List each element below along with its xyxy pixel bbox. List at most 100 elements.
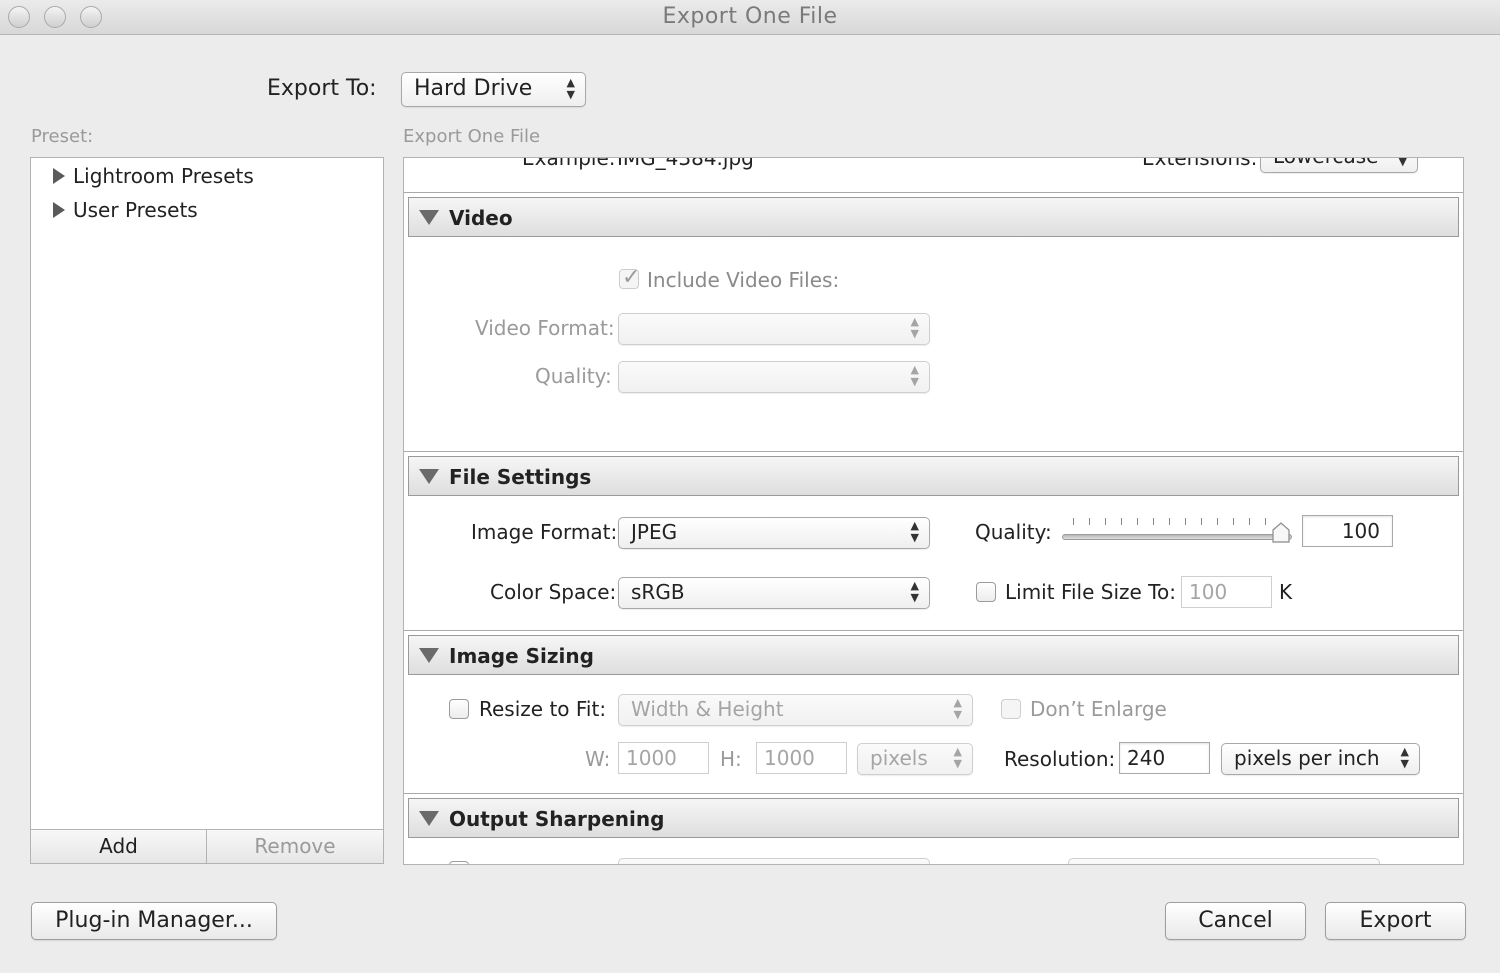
limit-file-size-field[interactable]: 100 <box>1181 576 1272 608</box>
slider-tick <box>1265 518 1266 525</box>
resolution-label: Resolution: <box>1004 747 1116 771</box>
image-format-value: JPEG <box>631 520 678 544</box>
file-settings-section-title: File Settings <box>449 465 592 489</box>
preset-label: Preset: <box>31 126 94 147</box>
limit-file-size-checkbox[interactable] <box>976 582 996 602</box>
resolution-unit-value: pixels per inch <box>1234 746 1380 770</box>
extensions-label: Extensions: <box>1142 157 1258 170</box>
file-quality-label: Quality: <box>975 520 1052 544</box>
popup-arrows-icon: ▲▼ <box>910 363 919 388</box>
file-settings-section-header[interactable]: File Settings <box>408 456 1459 496</box>
add-preset-button[interactable]: Add <box>31 830 207 863</box>
width-field[interactable]: 1000 <box>618 742 709 774</box>
slider-tick <box>1153 518 1154 525</box>
section-divider <box>404 192 1463 193</box>
dont-enlarge-checkbox[interactable] <box>1001 699 1021 719</box>
export-to-label: Export To: <box>267 76 377 101</box>
popup-arrows-icon: ▲▼ <box>953 696 962 721</box>
export-to-value: Hard Drive <box>414 76 533 101</box>
resize-to-fit-checkbox[interactable] <box>449 699 469 719</box>
video-section-header[interactable]: Video <box>408 197 1459 237</box>
image-format-select[interactable]: JPEG ▲ ▼ <box>618 517 930 549</box>
size-unit-select[interactable]: pixels ▲ ▼ <box>857 743 973 775</box>
popup-arrows-icon: ▲▼ <box>566 76 575 101</box>
resize-mode-select[interactable]: Width & Height ▲ ▼ <box>618 694 973 726</box>
video-quality-select[interactable]: ▲ ▼ <box>618 361 930 393</box>
quality-slider[interactable] <box>1062 516 1294 546</box>
slider-tick <box>1073 518 1074 525</box>
image-sizing-section-header[interactable]: Image Sizing <box>408 635 1459 675</box>
slider-tick <box>1089 518 1090 525</box>
video-format-select[interactable]: ▲ ▼ <box>618 313 930 345</box>
extensions-select[interactable]: Lowercase ▲▼ <box>1260 157 1418 173</box>
preset-folder-label: Lightroom Presets <box>73 164 254 188</box>
limit-file-size-unit: K <box>1279 580 1293 604</box>
slider-tick <box>1105 518 1106 525</box>
section-divider <box>404 630 1463 631</box>
height-label: H: <box>720 747 742 771</box>
sharpen-amount-select[interactable] <box>1068 858 1380 864</box>
video-quality-label: Quality: <box>535 364 612 388</box>
cancel-button[interactable]: Cancel <box>1165 902 1306 940</box>
export-settings-panel[interactable]: Example: IMG_4384.jpg Extensions: Lowerc… <box>403 157 1464 865</box>
resize-mode-value: Width & Height <box>631 697 784 721</box>
section-divider <box>404 793 1463 794</box>
disclosure-triangle-icon[interactable] <box>53 202 65 218</box>
export-button[interactable]: Export <box>1325 902 1466 940</box>
slider-thumb[interactable] <box>1270 522 1292 544</box>
color-space-value: sRGB <box>631 580 685 604</box>
export-to-select[interactable]: Hard Drive ▲ ▼ <box>401 72 586 107</box>
slider-tick <box>1201 518 1202 525</box>
width-label: W: <box>585 747 611 771</box>
disclosure-triangle-icon[interactable] <box>419 469 439 484</box>
video-section-title: Video <box>449 206 513 230</box>
popup-arrows-icon: ▲▼ <box>1400 745 1409 770</box>
sharpen-checkbox[interactable] <box>449 861 469 864</box>
output-sharpening-section-header[interactable]: Output Sharpening <box>408 798 1459 838</box>
popup-arrows-icon: ▲▼ <box>910 315 919 340</box>
plugin-manager-button[interactable]: Plug-in Manager... <box>31 902 277 940</box>
resolution-unit-select[interactable]: pixels per inch ▲ ▼ <box>1221 743 1420 775</box>
include-video-checkbox[interactable]: ✓ <box>619 265 640 290</box>
output-sharpening-section-title: Output Sharpening <box>449 807 665 831</box>
example-label: Example: <box>522 157 616 170</box>
slider-tick <box>1185 518 1186 525</box>
section-divider <box>404 451 1463 452</box>
resize-to-fit-label: Resize to Fit: <box>479 697 607 721</box>
slider-tick <box>1169 518 1170 525</box>
disclosure-triangle-icon[interactable] <box>53 168 65 184</box>
image-sizing-section-title: Image Sizing <box>449 644 594 668</box>
height-field[interactable]: 1000 <box>756 742 847 774</box>
disclosure-triangle-icon[interactable] <box>419 210 439 225</box>
preset-folder-label: User Presets <box>73 198 198 222</box>
slider-tick <box>1217 518 1218 525</box>
size-unit-value: pixels <box>870 746 928 770</box>
dont-enlarge-label: Don’t Enlarge <box>1030 697 1167 721</box>
preset-folder-lightroom[interactable]: Lightroom Presets <box>53 164 254 188</box>
slider-tick <box>1137 518 1138 525</box>
checkmark-icon: ✓ <box>622 265 641 290</box>
sharpen-for-select[interactable] <box>618 858 930 864</box>
preset-folder-user[interactable]: User Presets <box>53 198 198 222</box>
slider-tick <box>1233 518 1234 525</box>
quality-value-field[interactable]: 100 <box>1302 515 1393 547</box>
popup-arrows-icon: ▲▼ <box>1398 157 1407 168</box>
slider-tick <box>1249 518 1250 525</box>
include-video-label: Include Video Files: <box>647 268 840 292</box>
color-space-label: Color Space: <box>490 580 617 604</box>
video-format-label: Video Format: <box>475 316 615 340</box>
color-space-select[interactable]: sRGB ▲ ▼ <box>618 577 930 609</box>
remove-preset-button[interactable]: Remove <box>207 830 383 863</box>
disclosure-triangle-icon[interactable] <box>419 811 439 826</box>
extensions-value: Lowercase <box>1273 158 1378 168</box>
popup-arrows-icon: ▲▼ <box>953 745 962 770</box>
resolution-field[interactable]: 240 <box>1119 742 1210 774</box>
disclosure-triangle-icon[interactable] <box>419 648 439 663</box>
image-format-label: Image Format: <box>471 520 618 544</box>
example-value: IMG_4384.jpg <box>617 157 754 170</box>
limit-file-size-label: Limit File Size To: <box>1005 580 1176 604</box>
slider-track[interactable] <box>1062 534 1292 540</box>
title-bar: Export One File <box>0 0 1500 35</box>
slider-tick <box>1121 518 1122 525</box>
popup-arrows-icon: ▲▼ <box>910 519 919 544</box>
